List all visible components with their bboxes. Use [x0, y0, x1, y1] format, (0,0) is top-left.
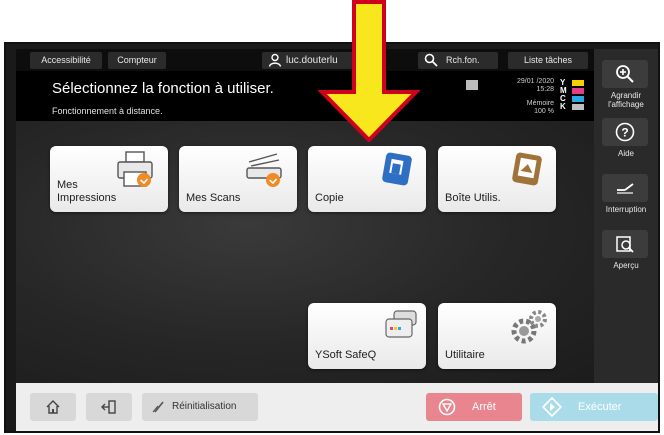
tile-user-box-label: Boîte Utilis.	[445, 192, 501, 204]
stop-icon	[438, 398, 456, 416]
help-icon: ?	[615, 122, 635, 142]
help-label: Aide	[617, 149, 634, 158]
start-label: Exécuter	[578, 401, 622, 413]
tile-my-prints[interactable]: Mes Impressions	[50, 146, 168, 212]
logout-button[interactable]	[86, 393, 132, 421]
interrupt-label: Interruption	[605, 205, 647, 214]
preview-button[interactable]	[602, 230, 648, 258]
tile-utility-label: Utilitaire	[445, 349, 485, 361]
toner-k: K	[560, 102, 592, 111]
zoom-display-button[interactable]	[602, 60, 648, 88]
copy-icon	[382, 152, 412, 186]
datetime-readout: 29/01 /2020 15:28	[494, 78, 554, 94]
help-button[interactable]: ?	[602, 118, 648, 146]
interrupt-icon	[617, 183, 634, 194]
counter-button[interactable]: Compteur	[108, 52, 166, 69]
tile-my-scans[interactable]: Mes Scans	[179, 146, 297, 212]
gear-icon	[511, 310, 547, 344]
job-list-button[interactable]: Liste tâches	[508, 52, 588, 69]
ysoft-icon	[385, 310, 417, 338]
preview-label: Aperçu	[613, 261, 639, 270]
annotation-arrow-icon	[318, 0, 420, 142]
tile-copy[interactable]: Copie	[308, 146, 426, 212]
search-label: Rch.fon.	[446, 55, 480, 65]
reset-label: Réinitialisation	[172, 401, 237, 412]
user-box-icon	[512, 152, 542, 186]
reset-button[interactable]: Réinitialisation	[142, 393, 258, 421]
tile-my-scans-label: Mes Scans	[186, 192, 241, 204]
tile-ysoft-safeq[interactable]: YSoft SafeQ	[308, 303, 426, 369]
time-text: 15:28	[536, 86, 554, 93]
reset-icon	[152, 401, 164, 413]
memory-label: Mémoire	[526, 100, 554, 107]
toner-levels: Y M C K	[560, 78, 592, 111]
search-icon	[424, 53, 438, 67]
stop-label: Arrêt	[472, 401, 496, 413]
tile-copy-label: Copie	[315, 192, 344, 204]
accessibility-button[interactable]: Accessibilité	[30, 52, 102, 69]
scanner-icon	[246, 153, 282, 187]
user-icon	[268, 53, 282, 67]
start-icon	[542, 397, 562, 417]
status-subtitle: Fonctionnement à distance.	[52, 106, 163, 116]
book-icon	[466, 80, 478, 90]
svg-text:?: ?	[621, 126, 628, 140]
date-text: 29/01 /2020	[517, 78, 554, 85]
tile-my-prints-label: Mes Impressions	[57, 179, 117, 204]
tile-user-box[interactable]: Boîte Utilis.	[438, 146, 556, 212]
logout-icon	[101, 400, 116, 414]
start-button[interactable]: Exécuter	[530, 393, 658, 421]
zoom-in-icon	[616, 65, 634, 83]
tile-utility[interactable]: Utilitaire	[438, 303, 556, 369]
zoom-display-label: Agrandir l'affichage	[608, 91, 644, 109]
screen: Accessibilité Compteur luc.douterlu Rch.…	[0, 0, 664, 435]
home-button[interactable]	[30, 393, 76, 421]
interrupt-button[interactable]	[602, 174, 648, 202]
page-title: Sélectionnez la fonction à utiliser.	[52, 80, 274, 97]
preview-icon	[616, 236, 634, 253]
tile-ysoft-label: YSoft SafeQ	[315, 349, 377, 361]
memory-readout: Mémoire 100 %	[494, 100, 554, 116]
stop-button[interactable]: Arrêt	[426, 393, 522, 421]
home-icon	[46, 400, 60, 414]
memory-value: 100 %	[534, 108, 554, 115]
